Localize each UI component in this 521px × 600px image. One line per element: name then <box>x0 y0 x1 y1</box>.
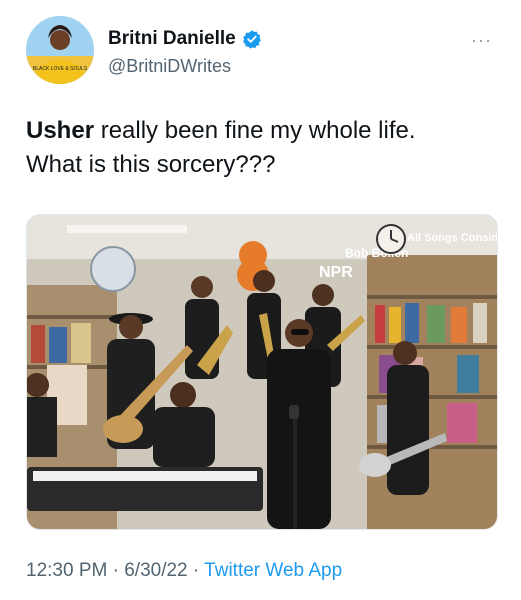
tweet-text-line2: What is this sorcery??? <box>26 151 276 178</box>
display-name[interactable]: Britni Danielle <box>108 28 236 50</box>
tweet-media-photo[interactable]: NPR Bob Boilen All Songs Considered <box>26 214 498 530</box>
tweet-time[interactable]: 12:30 PM <box>26 560 107 581</box>
all-songs-sign: All Songs Considered <box>407 232 497 244</box>
author-handle[interactable]: @BritniDWrites <box>108 56 262 77</box>
tweet-header: BLACK LOVE & SOULS Britni Danielle @Brit… <box>26 16 496 86</box>
author-names: Britni Danielle @BritniDWrites <box>108 28 262 77</box>
source-app-link[interactable]: Twitter Web App <box>204 560 342 581</box>
meta-separator: · <box>187 560 205 581</box>
avatar[interactable]: BLACK LOVE & SOULS <box>26 16 94 84</box>
photo-illustration: NPR Bob Boilen All Songs Considered <box>27 215 497 529</box>
tweet-meta: 12:30 PM · 6/30/22 · Twitter Web App <box>26 560 342 582</box>
display-name-row: Britni Danielle <box>108 28 262 50</box>
tweet-bold-word: Usher <box>26 117 95 144</box>
tweet-text-line1: Usher really been fine my whole life. <box>26 117 416 144</box>
meta-separator: · <box>107 560 125 581</box>
tweet-text-line1-rest: really been fine my whole life. <box>94 117 416 144</box>
npr-sign: NPR <box>319 264 353 281</box>
verified-badge-icon <box>242 29 262 49</box>
more-dots-icon[interactable]: ··· <box>471 30 492 51</box>
tweet-text: Usher really been fine my whole life. Wh… <box>26 114 496 182</box>
tweet-date[interactable]: 6/30/22 <box>124 560 187 581</box>
avatar-shirt-text: BLACK LOVE & SOULS <box>33 66 88 72</box>
